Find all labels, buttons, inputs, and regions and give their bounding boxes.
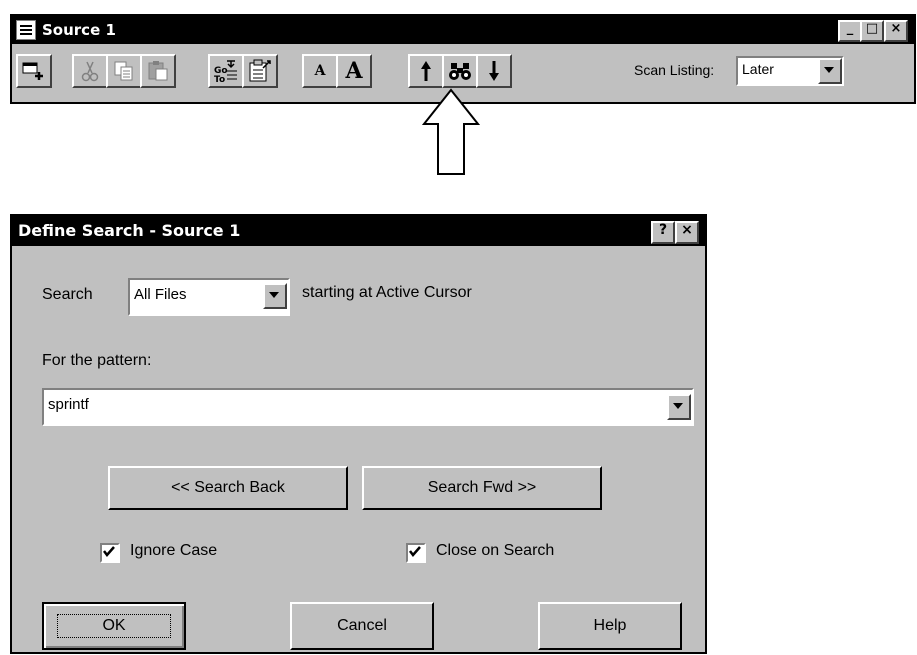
- search-down-icon: [489, 61, 499, 81]
- binoculars-button[interactable]: [442, 54, 478, 88]
- chevron-down-icon[interactable]: [667, 394, 691, 420]
- search-up-button[interactable]: [408, 54, 444, 88]
- ok-button[interactable]: OK: [42, 602, 186, 650]
- help-label: Help: [593, 617, 627, 634]
- minimize-button[interactable]: _: [838, 20, 862, 42]
- search-back-button[interactable]: << Search Back: [108, 466, 348, 510]
- cut-icon: [81, 61, 99, 82]
- scan-listing-value: Later: [742, 61, 774, 77]
- goto-icon: Go To: [214, 60, 237, 83]
- source-titlebar[interactable]: Source 1 _ □ ×: [12, 16, 914, 44]
- paste-button[interactable]: [140, 54, 176, 88]
- pattern-label: For the pattern:: [42, 352, 152, 369]
- scan-listing-label: Scan Listing:: [634, 62, 715, 78]
- font-larger-icon: A: [345, 58, 363, 84]
- search-scope-value: All Files: [134, 286, 187, 303]
- search-down-button[interactable]: [476, 54, 512, 88]
- copy-button[interactable]: [106, 54, 142, 88]
- check-icon: [103, 546, 115, 557]
- paste-icon: [148, 61, 168, 81]
- chevron-down-icon[interactable]: [263, 283, 287, 309]
- cut-button[interactable]: [72, 54, 108, 88]
- close-on-search-label: Close on Search: [436, 542, 555, 559]
- font-smaller-button[interactable]: A: [302, 54, 338, 88]
- search-back-label: << Search Back: [171, 479, 285, 496]
- search-scope-select[interactable]: All Files: [128, 278, 290, 316]
- close-on-search-checkbox[interactable]: [406, 543, 426, 563]
- pattern-input[interactable]: sprintf: [42, 388, 694, 426]
- search-fwd-button[interactable]: Search Fwd >>: [362, 466, 602, 510]
- new-window-button[interactable]: [16, 54, 52, 88]
- help-icon[interactable]: ?: [651, 221, 675, 244]
- pattern-value: sprintf: [48, 396, 89, 413]
- dialog-titlebar[interactable]: Define Search - Source 1 ? ×: [12, 216, 705, 246]
- chevron-down-icon[interactable]: [818, 58, 842, 84]
- maximize-button[interactable]: □: [860, 20, 884, 42]
- properties-icon: [249, 59, 271, 82]
- svg-text:To: To: [214, 75, 225, 83]
- arrow-up-outline-icon: [421, 88, 481, 175]
- search-fwd-label: Search Fwd >>: [427, 479, 537, 496]
- close-button[interactable]: ×: [884, 20, 908, 42]
- font-smaller-icon: A: [314, 63, 326, 79]
- dialog-title: Define Search - Source 1: [18, 221, 241, 240]
- starting-at-text: starting at Active Cursor: [302, 284, 472, 301]
- new-window-icon: [22, 62, 43, 80]
- ok-label: OK: [57, 614, 171, 638]
- source-window-title: Source 1: [42, 21, 116, 39]
- scan-listing-select[interactable]: Later: [736, 56, 844, 86]
- binoculars-icon: [449, 63, 471, 80]
- cancel-button[interactable]: Cancel: [290, 602, 434, 650]
- cancel-label: Cancel: [337, 617, 387, 634]
- goto-button[interactable]: Go To: [208, 54, 244, 88]
- help-button[interactable]: Help: [538, 602, 682, 650]
- copy-icon: [114, 61, 133, 81]
- ignore-case-label: Ignore Case: [130, 542, 218, 559]
- properties-button[interactable]: [242, 54, 278, 88]
- check-icon: [409, 546, 421, 557]
- define-search-dialog: Define Search - Source 1 ? × Search All …: [10, 214, 707, 654]
- font-larger-button[interactable]: A: [336, 54, 372, 88]
- search-label: Search: [42, 286, 93, 303]
- close-icon[interactable]: ×: [675, 221, 699, 244]
- ignore-case-checkbox[interactable]: [100, 543, 120, 563]
- search-up-icon: [421, 61, 431, 81]
- document-icon[interactable]: [16, 20, 36, 40]
